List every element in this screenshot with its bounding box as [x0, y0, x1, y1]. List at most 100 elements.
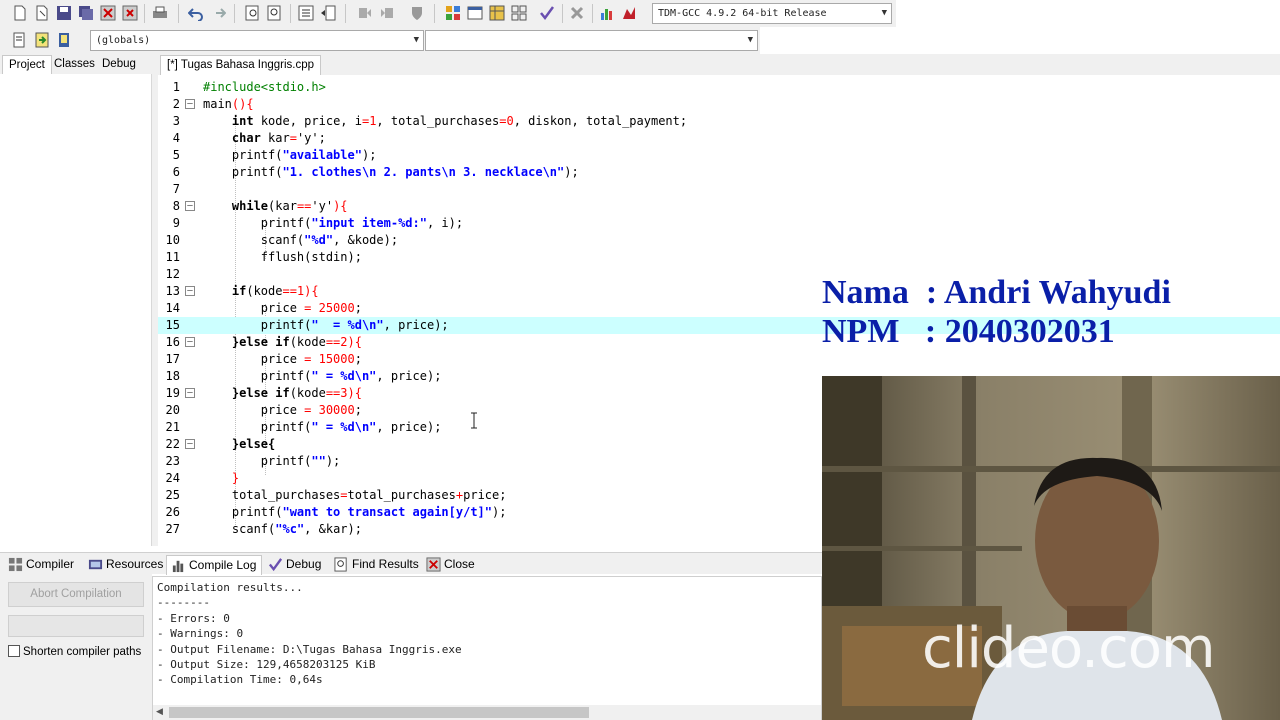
compile-run-icon[interactable] — [510, 4, 528, 22]
code-token: #include<stdio.h> — [203, 80, 326, 94]
secondary-toolbar: (globals) ▼ ▼ — [0, 27, 760, 54]
compiler-controls: Abort Compilation Shorten compiler paths — [0, 574, 152, 720]
code-token: ==1 — [282, 284, 305, 298]
function-select[interactable]: ▼ — [425, 30, 758, 51]
fold-toggle-icon[interactable]: – — [185, 439, 195, 449]
scrollbar-thumb[interactable] — [169, 707, 589, 718]
insert-icon[interactable] — [55, 31, 73, 49]
code-token: total_purchases — [231, 488, 341, 502]
code-token: "1. clothes\n 2. pants\n 3. necklace\n" — [282, 165, 565, 179]
unindent-icon[interactable] — [319, 4, 337, 22]
code-token: total_purchases — [347, 488, 456, 502]
close-all-icon[interactable] — [121, 4, 139, 22]
class-browser-icon[interactable] — [11, 31, 29, 49]
line-number: 2 — [172, 97, 180, 111]
code-line: 10 scanf("%d", &kode); — [158, 232, 1280, 249]
line-number: 15 — [165, 318, 180, 332]
code-token: }else if — [231, 386, 290, 400]
new-file-icon[interactable] — [11, 4, 29, 22]
log-line: - Output Filename: D:\Tugas Bahasa Inggr… — [157, 642, 462, 656]
code-token: ){ — [333, 199, 348, 213]
code-token: fflush(stdin); — [260, 250, 362, 264]
tab-compile-log[interactable]: Compile Log — [166, 555, 263, 575]
student-npm-caption: NPM : 2040302031 — [822, 313, 1115, 350]
code-token: if — [231, 284, 247, 298]
code-token: "%d" — [304, 233, 334, 247]
print-icon[interactable] — [151, 4, 169, 22]
fold-toggle-icon[interactable]: – — [185, 286, 195, 296]
clideo-watermark: clideo.com — [922, 616, 1216, 681]
undo-icon[interactable] — [187, 4, 205, 22]
code-token: printf( — [231, 505, 283, 519]
shorten-paths-checkbox[interactable]: Shorten compiler paths — [8, 645, 141, 659]
goto-bookmark-icon[interactable] — [378, 4, 396, 22]
chart-icon[interactable] — [598, 4, 616, 22]
project-tree[interactable] — [0, 74, 152, 546]
save-all-icon[interactable] — [77, 4, 95, 22]
code-line: 11 fflush(stdin); — [158, 249, 1280, 266]
tab-compiler[interactable]: Compiler — [4, 555, 74, 575]
code-token: printf( — [260, 420, 312, 434]
fold-toggle-icon[interactable]: – — [185, 201, 195, 211]
code-token: , &kode); — [333, 233, 399, 247]
scroll-left-arrow-icon[interactable]: ◀ — [156, 706, 163, 717]
code-token: ){ — [304, 284, 319, 298]
tab-classes[interactable]: Classes — [48, 55, 101, 74]
code-token: ; — [354, 403, 362, 417]
tab-compile-log-label: Compile Log — [189, 558, 257, 572]
profile-icon[interactable] — [620, 4, 638, 22]
code-token: printf( — [260, 318, 312, 332]
tab-debug[interactable]: Debug — [96, 55, 142, 74]
tab-debug-label: Debug — [286, 557, 322, 571]
line-number: 4 — [172, 131, 180, 145]
tab-resources[interactable]: Resources — [84, 555, 163, 575]
fold-toggle-icon[interactable]: – — [185, 388, 195, 398]
main-toolbar: TDM-GCC 4.9.2 64-bit Release ▼ — [0, 0, 896, 27]
tab-debug-output[interactable]: Debug — [264, 555, 321, 575]
editor-tabs: [*] Tugas Bahasa Inggris.cpp — [158, 54, 1280, 75]
code-token: printf( — [260, 454, 312, 468]
redo-icon[interactable] — [209, 4, 227, 22]
compiler-select[interactable]: TDM-GCC 4.9.2 64-bit Release ▼ — [652, 3, 892, 24]
fold-toggle-icon[interactable]: – — [185, 337, 195, 347]
compiler-grid-icon — [8, 557, 23, 572]
replace-icon[interactable] — [266, 4, 284, 22]
code-token: 'y' — [296, 131, 319, 145]
shield-icon[interactable] — [408, 4, 426, 22]
left-panel-tabs: Project Classes Debug — [0, 54, 158, 74]
tab-source-file[interactable]: [*] Tugas Bahasa Inggris.cpp — [160, 55, 322, 75]
code-token: printf( — [260, 369, 312, 383]
checkbox-box[interactable] — [8, 645, 20, 657]
code-token: ); — [492, 505, 507, 519]
find-icon[interactable] — [244, 4, 262, 22]
scope-select-value: (globals) — [96, 35, 151, 46]
scope-select[interactable]: (globals) ▼ — [90, 30, 424, 51]
goto-icon[interactable] — [33, 31, 51, 49]
code-token: = — [289, 131, 297, 145]
bookmark-icon[interactable] — [356, 4, 374, 22]
log-horizontal-scrollbar[interactable]: ◀ — [153, 705, 821, 720]
code-token: (kar — [268, 199, 297, 213]
tab-project[interactable]: Project — [2, 55, 52, 74]
compile-log-output[interactable]: Compilation results... -------- - Errors: … — [152, 576, 822, 720]
bottom-panel-tabs: Compiler Resources Compile Log Debug Fin… — [0, 552, 822, 575]
check-syntax-icon[interactable] — [538, 4, 556, 22]
grid-icon[interactable] — [444, 4, 462, 22]
indent-icon[interactable] — [297, 4, 315, 22]
code-token: char — [231, 131, 261, 145]
tab-close[interactable]: Close — [422, 555, 475, 575]
line-number: 11 — [165, 250, 180, 264]
fold-toggle-icon[interactable]: – — [185, 99, 195, 109]
tab-compiler-label: Compiler — [26, 557, 75, 571]
code-token: , i); — [426, 216, 464, 230]
tab-find-results[interactable]: Find Results — [330, 555, 419, 575]
compile-icon[interactable] — [488, 4, 506, 22]
open-file-icon[interactable] — [33, 4, 51, 22]
stop-icon[interactable] — [568, 4, 586, 22]
window-icon[interactable] — [466, 4, 484, 22]
save-icon[interactable] — [55, 4, 73, 22]
close-file-icon[interactable] — [99, 4, 117, 22]
code-token: , &kar); — [304, 522, 362, 536]
abort-compilation-button[interactable]: Abort Compilation — [8, 582, 144, 607]
code-line: 2– main(){ — [158, 96, 1280, 113]
